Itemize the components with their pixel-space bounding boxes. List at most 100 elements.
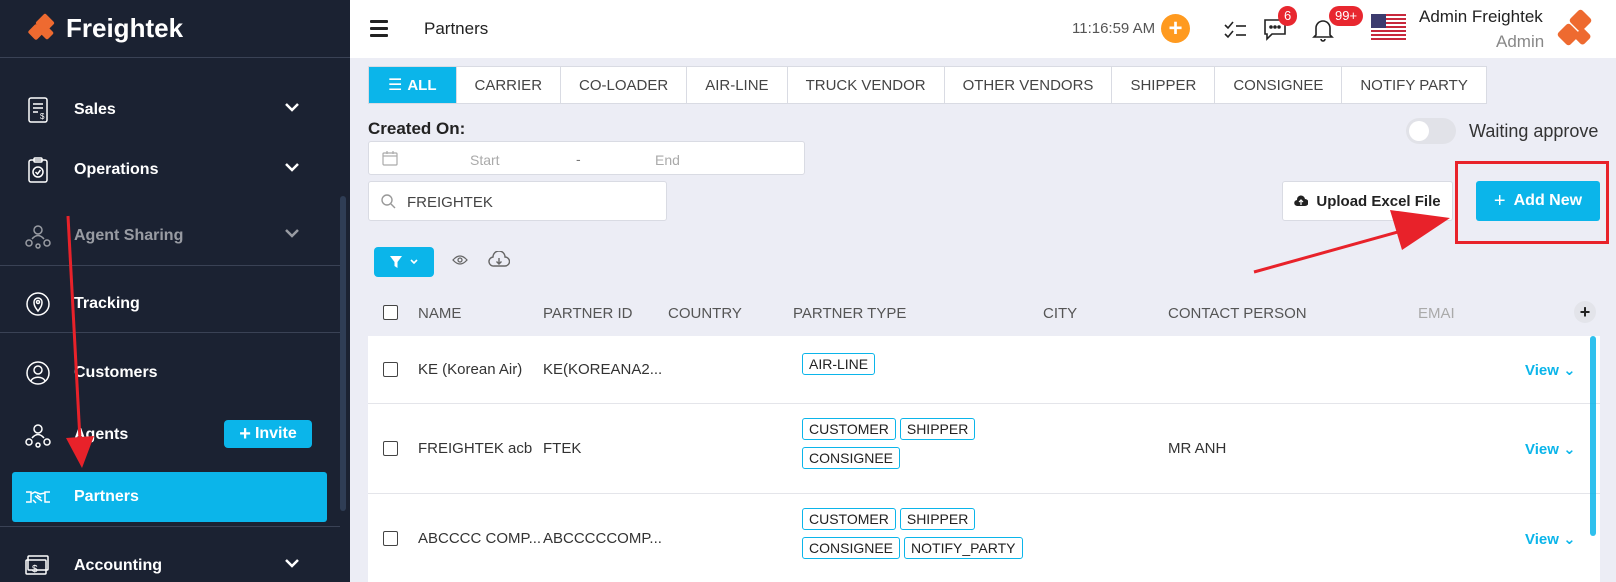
upload-excel-button[interactable]: Upload Excel File	[1282, 181, 1453, 221]
quick-add-button[interactable]: +	[1161, 14, 1190, 43]
page-title: Partners	[424, 19, 489, 38]
tab-other-vendors[interactable]: OTHER VENDORS	[945, 67, 1113, 103]
start-date-input[interactable]: Start	[470, 152, 500, 168]
tab-carrier[interactable]: CARRIER	[457, 67, 562, 103]
table-row[interactable]: FREIGHTEK acb FTEK CUSTOMER SHIPPER CONSI…	[368, 404, 1600, 494]
top-bar: Partners 11:16:59 AM + 6 99+ Admin Freig…	[350, 0, 1616, 58]
tab-all[interactable]: ☰ ALL	[369, 67, 457, 103]
cloud-download-icon[interactable]	[488, 251, 510, 269]
end-date-input[interactable]: End	[655, 152, 680, 168]
tab-consignee[interactable]: CONSIGNEE	[1215, 67, 1343, 103]
tab-truck-vendor[interactable]: TRUCK VENDOR	[788, 67, 945, 103]
chevron-down-icon	[285, 229, 299, 238]
tab-label: ALL	[407, 76, 437, 94]
partner-type-tag: NOTIFY_PARTY	[904, 537, 1023, 559]
column-header[interactable]: CITY	[1043, 305, 1077, 322]
partner-type-tag: CONSIGNEE	[802, 447, 901, 469]
sidebar-item-partners[interactable]: Partners	[12, 472, 327, 522]
chevron-down-icon: ⌄	[1563, 362, 1576, 379]
view-button[interactable]: View ⌄	[1525, 530, 1576, 548]
sidebar-item-agent-sharing[interactable]: Agent Sharing	[0, 206, 340, 266]
brand[interactable]: Freightek	[0, 0, 350, 58]
partner-type-tag: AIR-LINE	[802, 353, 876, 375]
tab-shipper[interactable]: SHIPPER	[1112, 67, 1216, 103]
eye-icon[interactable]	[452, 254, 468, 266]
tab-co-loader[interactable]: CO-LOADER	[561, 67, 688, 103]
select-all-checkbox[interactable]	[383, 305, 398, 320]
chevron-down-icon: ⌄	[1563, 531, 1576, 548]
sidebar-divider	[0, 332, 340, 333]
waiting-approve-toggle[interactable]	[1406, 118, 1456, 144]
created-on-label: Created On:	[368, 119, 466, 138]
chevron-down-icon: ⌄	[1563, 441, 1576, 458]
table-row[interactable]: ABCCCC COMP... ABCCCCCOMP... CUSTOMER SHI…	[368, 494, 1600, 582]
sidebar-item-label: Accounting	[74, 557, 162, 574]
search-input[interactable]: FREIGHTEK	[368, 181, 667, 221]
money-icon: $	[24, 552, 52, 580]
sidebar-item-tracking[interactable]: Tracking	[0, 274, 340, 334]
list-icon: ☰	[388, 77, 403, 94]
partner-type-tag: SHIPPER	[899, 418, 976, 440]
sidebar-item-sales[interactable]: $ Sales	[0, 80, 340, 140]
tab-notify-party[interactable]: NOTIFY PARTY	[1342, 67, 1486, 103]
row-checkbox[interactable]	[383, 362, 398, 377]
view-label: View	[1525, 441, 1559, 458]
filter-button[interactable]	[374, 247, 434, 277]
table-body: KE (Korean Air) KE(KOREANA2... AIR-LINE …	[368, 336, 1600, 582]
invite-button[interactable]: + Invite	[224, 420, 312, 448]
partner-name: FREIGHTEK acb	[418, 440, 533, 457]
search-value: FREIGHTEK	[407, 194, 493, 211]
partner-type-tag: CUSTOMER	[802, 508, 896, 530]
tab-air-line[interactable]: AIR-LINE	[687, 67, 788, 103]
menu-icon[interactable]	[370, 20, 388, 41]
sidebar-item-customers[interactable]: Customers	[0, 343, 340, 403]
sidebar-item-label: Agents	[74, 426, 129, 443]
us-flag-icon[interactable]	[1371, 14, 1406, 41]
checklist-icon[interactable]	[1222, 16, 1248, 42]
table-scrollbar[interactable]	[1590, 336, 1596, 536]
agent-network-icon	[24, 222, 52, 250]
sidebar-item-label: Operations	[74, 161, 159, 178]
view-button[interactable]: View ⌄	[1525, 440, 1576, 458]
add-column-button[interactable]: +	[1574, 301, 1596, 323]
table-row[interactable]: KE (Korean Air) KE(KOREANA2... AIR-LINE …	[368, 336, 1600, 404]
chevron-down-icon	[285, 103, 299, 112]
notification-badge: 99+	[1329, 6, 1364, 26]
sidebar-scrollbar[interactable]	[340, 196, 346, 511]
table-header: NAME PARTNER ID COUNTRY PARTNER TYPE CIT…	[368, 294, 1600, 334]
column-header[interactable]: EMAI	[1418, 305, 1455, 322]
filter-icon	[390, 256, 402, 268]
sidebar-item-operations[interactable]: Operations	[0, 140, 340, 200]
partner-name: KE (Korean Air)	[418, 361, 523, 378]
partner-type-tag: CONSIGNEE	[802, 537, 901, 559]
contact-person: MR ANH	[1168, 440, 1227, 457]
chevron-down-icon	[285, 559, 299, 568]
row-checkbox[interactable]	[383, 531, 398, 546]
agent-network-icon	[24, 421, 52, 449]
sidebar-item-label: Partners	[74, 488, 139, 505]
partner-id: KE(KOREANA2...	[543, 361, 663, 378]
highlight-box	[1455, 161, 1609, 244]
partner-type-tag: SHIPPER	[899, 508, 976, 530]
column-header[interactable]: COUNTRY	[668, 305, 742, 322]
chat-badge: 6	[1278, 6, 1298, 26]
column-header[interactable]: NAME	[418, 305, 461, 322]
user-name[interactable]: Admin Freightek	[1419, 7, 1543, 27]
view-button[interactable]: View ⌄	[1525, 361, 1576, 379]
partner-type-tags: AIR-LINE	[802, 353, 1062, 382]
column-header[interactable]: PARTNER ID	[543, 305, 632, 322]
column-header[interactable]: PARTNER TYPE	[793, 305, 906, 322]
waiting-approve-label: Waiting approve	[1469, 121, 1599, 141]
cloud-upload-icon	[1294, 195, 1309, 207]
sidebar: Freightek $ Sales Operations Agent Shari…	[0, 0, 350, 582]
sidebar-item-accounting[interactable]: $ Accounting	[0, 536, 340, 582]
date-separator: -	[576, 151, 581, 167]
calendar-icon	[382, 151, 398, 166]
date-range-picker[interactable]: Start - End	[368, 141, 805, 175]
partner-name: ABCCCC COMP...	[418, 530, 542, 547]
row-checkbox[interactable]	[383, 441, 398, 456]
partner-id: FTEK	[543, 440, 582, 457]
avatar[interactable]	[1556, 8, 1596, 50]
column-header[interactable]: CONTACT PERSON	[1168, 305, 1307, 322]
clock: 11:16:59 AM	[1072, 20, 1156, 37]
